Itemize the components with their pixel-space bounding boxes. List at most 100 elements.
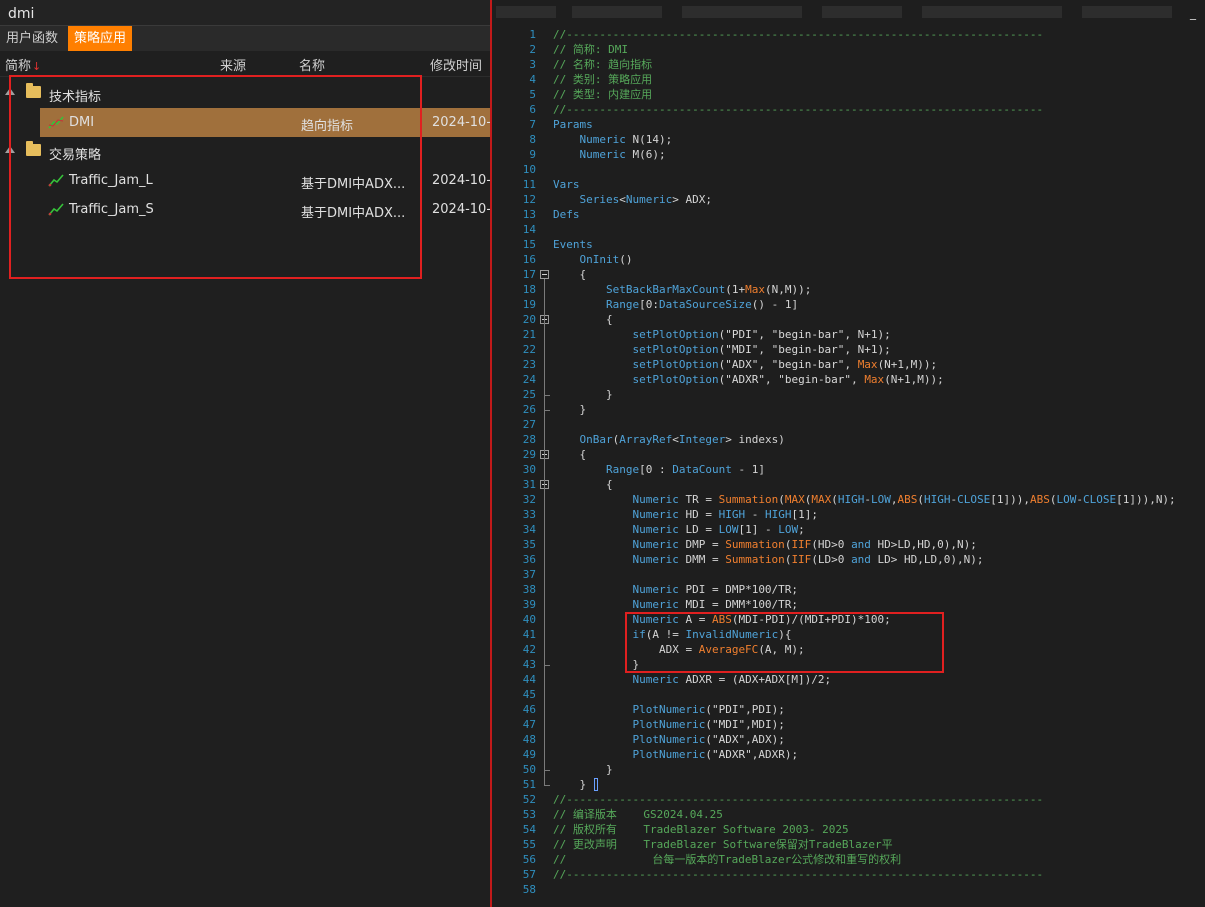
line-number: 4 xyxy=(529,73,536,86)
code-line: Numeric M(6); xyxy=(579,148,666,161)
line-number: 53 xyxy=(522,808,536,821)
item-name: 基于DMI中ADX... xyxy=(301,177,406,192)
line-number: 11 xyxy=(522,178,536,191)
col-name[interactable]: 名称 xyxy=(299,55,325,74)
line-number: 56 xyxy=(522,853,536,866)
line-number: 27 xyxy=(522,418,536,431)
line-number: 42 xyxy=(522,643,536,656)
strategy-icon xyxy=(48,203,64,216)
line-number: 22 xyxy=(522,343,536,356)
code-line: setPlotOption("PDI", "begin-bar", N+1); xyxy=(632,328,891,341)
fold-end-marker xyxy=(544,785,550,786)
item-name: 基于DMI中ADX... xyxy=(301,206,406,221)
line-number: 40 xyxy=(522,613,536,626)
code-line: Events xyxy=(553,238,593,251)
fold-toggle-icon[interactable] xyxy=(540,270,549,279)
line-number: 24 xyxy=(522,373,536,386)
line-number: 14 xyxy=(522,223,536,236)
line-number: 43 xyxy=(522,658,536,671)
code-line: //--------------------------------------… xyxy=(553,103,1044,116)
code-line: //--------------------------------------… xyxy=(553,28,1044,41)
code-line: Numeric ADXR = (ADX+ADX[M])/2; xyxy=(632,673,832,686)
code-line: setPlotOption("ADX", "begin-bar", Max(N+… xyxy=(632,358,938,371)
code-line: Numeric TR = Summation(MAX(MAX(HIGH-LOW,… xyxy=(632,493,1176,506)
code-line: // 台每一版本的TradeBlazer公式修改和重写的权利 xyxy=(553,853,902,866)
collapse-arrow-icon[interactable] xyxy=(5,146,15,153)
code-line: Numeric LD = LOW[1] - LOW; xyxy=(632,523,805,536)
code-line: PlotNumeric("PDI",PDI); xyxy=(632,703,785,716)
code-line: } xyxy=(553,658,640,671)
code-line: Numeric MDI = DMM*100/TR; xyxy=(632,598,799,611)
item-abbr: Traffic_Jam_S xyxy=(69,202,154,217)
line-number: 21 xyxy=(522,328,536,341)
tree-item-traffic-jam-s[interactable]: Traffic_Jam_S 基于DMI中ADX... 2024-10- xyxy=(0,195,492,224)
line-number: 33 xyxy=(522,508,536,521)
line-number: 9 xyxy=(529,148,536,161)
line-number: 25 xyxy=(522,388,536,401)
sort-arrow-icon: ↓ xyxy=(32,60,42,73)
text-cursor xyxy=(594,778,598,791)
item-modified: 2024-10- xyxy=(432,202,492,217)
item-abbr: Traffic_Jam_L xyxy=(69,173,153,188)
line-number: 45 xyxy=(522,688,536,701)
folder-label: 交易策略 xyxy=(49,148,102,163)
item-modified: 2024-10- xyxy=(432,173,492,188)
line-number: 23 xyxy=(522,358,536,371)
collapse-arrow-icon[interactable] xyxy=(5,88,15,95)
code-line: setPlotOption("ADXR", "begin-bar", Max(N… xyxy=(632,373,944,386)
line-number: 51 xyxy=(522,778,536,791)
code-line: } xyxy=(553,388,613,401)
code-line: Numeric HD = HIGH - HIGH[1]; xyxy=(632,508,818,521)
line-number: 18 xyxy=(522,283,536,296)
col-source[interactable]: 来源 xyxy=(220,55,246,74)
code-line: PlotNumeric("ADX",ADX); xyxy=(632,733,785,746)
tree-folder-trading-strategies[interactable]: 交易策略 xyxy=(0,137,490,166)
line-number: 39 xyxy=(522,598,536,611)
line-number: 35 xyxy=(522,538,536,551)
code-line: Series<Numeric> ADX; xyxy=(579,193,712,206)
tree-folder-tech-indicators[interactable]: 技术指标 xyxy=(0,79,490,108)
line-number: 20 xyxy=(522,313,536,326)
line-number: 17 xyxy=(522,268,536,281)
line-number: 57 xyxy=(522,868,536,881)
tree-item-dmi[interactable]: DMI 趋向指标 2024-10- xyxy=(0,108,491,137)
tab-strategy-apps[interactable]: 策略应用 xyxy=(68,26,133,51)
folder-icon xyxy=(26,83,41,98)
selection-highlight xyxy=(40,108,490,137)
code-editor[interactable]: 1 2 3 4 5 6 7 8 9 10 11 12 13 14 15 16 17 18 19 20 21 22 23 24 2… xyxy=(492,0,1205,907)
line-number: 55 xyxy=(522,838,536,851)
line-number: 29 xyxy=(522,448,536,461)
line-number: 47 xyxy=(522,718,536,731)
code-line: } xyxy=(553,403,587,416)
indicator-icon xyxy=(48,116,64,129)
code-line: SetBackBarMaxCount(1+Max(N,M)); xyxy=(605,283,812,296)
line-number: 7 xyxy=(529,118,536,131)
left-panel: 用户函数 策略应用 简称↓ 来源 名称 修改时间 技术指标 DMI 趋向指标 2… xyxy=(0,0,492,907)
code-line: Vars xyxy=(553,178,580,191)
col-modified[interactable]: 修改时间 xyxy=(430,55,482,74)
line-number: 50 xyxy=(522,763,536,776)
code-line: Range[0 : DataCount - 1] xyxy=(605,463,765,476)
search-input[interactable] xyxy=(6,3,480,25)
code-line: // 名称: 趋向指标 xyxy=(553,58,653,71)
line-number: 12 xyxy=(522,193,536,206)
tab-user-functions[interactable]: 用户函数 xyxy=(0,26,64,51)
code-line: //--------------------------------------… xyxy=(553,793,1044,806)
code-line: // 编译版本 GS2024.04.25 xyxy=(553,808,723,821)
code-line: OnInit() xyxy=(579,253,633,266)
line-number: 2 xyxy=(529,43,536,56)
code-line: Numeric N(14); xyxy=(579,133,673,146)
code-line: } xyxy=(553,763,613,776)
line-number: 31 xyxy=(522,478,536,491)
code-line: { xyxy=(553,313,613,326)
formula-tree: 技术指标 DMI 趋向指标 2024-10- 交易策略 Traffic_Jam_… xyxy=(0,78,492,308)
col-abbr[interactable]: 简称↓ xyxy=(5,55,41,74)
editor-titlebar xyxy=(492,0,1205,24)
code-line: Numeric DMP = Summation(IIF(HD>0 and HD>… xyxy=(632,538,977,551)
code-line: { xyxy=(553,478,613,491)
minimize-icon[interactable]: _ xyxy=(1190,6,1196,20)
line-number: 52 xyxy=(522,793,536,806)
line-number: 41 xyxy=(522,628,536,641)
code-line: Range[0:DataSourceSize() - 1] xyxy=(605,298,799,311)
tree-item-traffic-jam-l[interactable]: Traffic_Jam_L 基于DMI中ADX... 2024-10- xyxy=(0,166,492,195)
